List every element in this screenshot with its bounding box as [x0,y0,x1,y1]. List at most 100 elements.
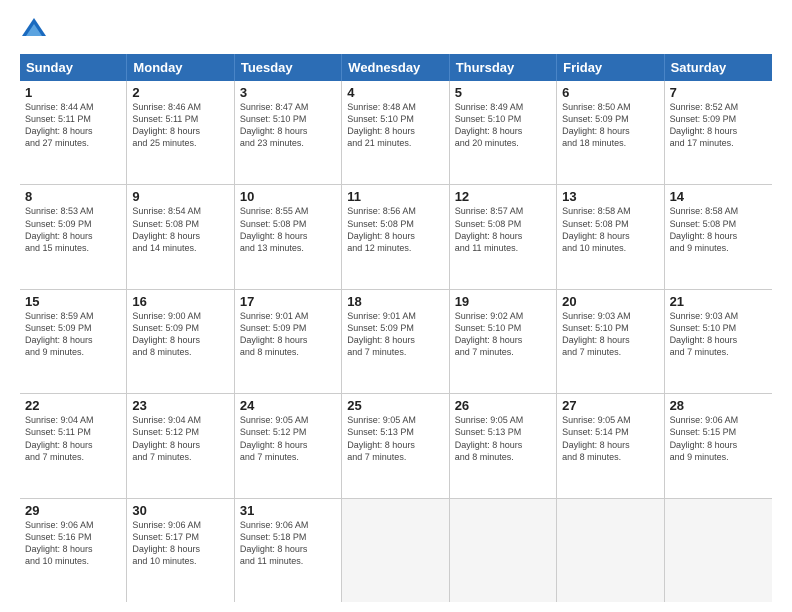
empty-cell [665,499,772,602]
day-info: Sunrise: 9:04 AM Sunset: 5:12 PM Dayligh… [132,414,228,463]
day-cell-1: 1Sunrise: 8:44 AM Sunset: 5:11 PM Daylig… [20,81,127,184]
day-number: 25 [347,398,443,413]
day-number: 21 [670,294,767,309]
day-info: Sunrise: 8:44 AM Sunset: 5:11 PM Dayligh… [25,101,121,150]
header-day-thursday: Thursday [450,54,557,81]
calendar-week-3: 15Sunrise: 8:59 AM Sunset: 5:09 PM Dayli… [20,290,772,394]
day-info: Sunrise: 8:46 AM Sunset: 5:11 PM Dayligh… [132,101,228,150]
day-info: Sunrise: 8:58 AM Sunset: 5:08 PM Dayligh… [670,205,767,254]
day-cell-18: 18Sunrise: 9:01 AM Sunset: 5:09 PM Dayli… [342,290,449,393]
day-cell-31: 31Sunrise: 9:06 AM Sunset: 5:18 PM Dayli… [235,499,342,602]
day-info: Sunrise: 8:58 AM Sunset: 5:08 PM Dayligh… [562,205,658,254]
day-cell-6: 6Sunrise: 8:50 AM Sunset: 5:09 PM Daylig… [557,81,664,184]
day-info: Sunrise: 8:52 AM Sunset: 5:09 PM Dayligh… [670,101,767,150]
day-number: 20 [562,294,658,309]
calendar-week-2: 8Sunrise: 8:53 AM Sunset: 5:09 PM Daylig… [20,185,772,289]
day-number: 29 [25,503,121,518]
day-number: 18 [347,294,443,309]
day-cell-3: 3Sunrise: 8:47 AM Sunset: 5:10 PM Daylig… [235,81,342,184]
day-number: 5 [455,85,551,100]
day-cell-4: 4Sunrise: 8:48 AM Sunset: 5:10 PM Daylig… [342,81,449,184]
day-number: 31 [240,503,336,518]
day-cell-19: 19Sunrise: 9:02 AM Sunset: 5:10 PM Dayli… [450,290,557,393]
day-info: Sunrise: 9:06 AM Sunset: 5:16 PM Dayligh… [25,519,121,568]
day-number: 13 [562,189,658,204]
day-info: Sunrise: 8:55 AM Sunset: 5:08 PM Dayligh… [240,205,336,254]
day-info: Sunrise: 8:48 AM Sunset: 5:10 PM Dayligh… [347,101,443,150]
day-number: 8 [25,189,121,204]
day-cell-10: 10Sunrise: 8:55 AM Sunset: 5:08 PM Dayli… [235,185,342,288]
day-number: 2 [132,85,228,100]
day-info: Sunrise: 8:57 AM Sunset: 5:08 PM Dayligh… [455,205,551,254]
day-number: 24 [240,398,336,413]
day-cell-28: 28Sunrise: 9:06 AM Sunset: 5:15 PM Dayli… [665,394,772,497]
empty-cell [557,499,664,602]
day-info: Sunrise: 9:00 AM Sunset: 5:09 PM Dayligh… [132,310,228,359]
calendar-week-1: 1Sunrise: 8:44 AM Sunset: 5:11 PM Daylig… [20,81,772,185]
day-info: Sunrise: 9:06 AM Sunset: 5:17 PM Dayligh… [132,519,228,568]
day-number: 30 [132,503,228,518]
day-info: Sunrise: 8:50 AM Sunset: 5:09 PM Dayligh… [562,101,658,150]
day-info: Sunrise: 8:59 AM Sunset: 5:09 PM Dayligh… [25,310,121,359]
day-info: Sunrise: 9:03 AM Sunset: 5:10 PM Dayligh… [562,310,658,359]
logo-icon [20,16,48,44]
day-number: 4 [347,85,443,100]
day-cell-5: 5Sunrise: 8:49 AM Sunset: 5:10 PM Daylig… [450,81,557,184]
day-number: 12 [455,189,551,204]
day-cell-25: 25Sunrise: 9:05 AM Sunset: 5:13 PM Dayli… [342,394,449,497]
day-cell-8: 8Sunrise: 8:53 AM Sunset: 5:09 PM Daylig… [20,185,127,288]
day-number: 28 [670,398,767,413]
day-number: 16 [132,294,228,309]
day-info: Sunrise: 8:47 AM Sunset: 5:10 PM Dayligh… [240,101,336,150]
day-info: Sunrise: 9:04 AM Sunset: 5:11 PM Dayligh… [25,414,121,463]
calendar-week-5: 29Sunrise: 9:06 AM Sunset: 5:16 PM Dayli… [20,499,772,602]
calendar-week-4: 22Sunrise: 9:04 AM Sunset: 5:11 PM Dayli… [20,394,772,498]
header-day-friday: Friday [557,54,664,81]
day-cell-13: 13Sunrise: 8:58 AM Sunset: 5:08 PM Dayli… [557,185,664,288]
day-number: 7 [670,85,767,100]
day-cell-24: 24Sunrise: 9:05 AM Sunset: 5:12 PM Dayli… [235,394,342,497]
day-number: 1 [25,85,121,100]
day-info: Sunrise: 9:01 AM Sunset: 5:09 PM Dayligh… [347,310,443,359]
day-info: Sunrise: 9:05 AM Sunset: 5:13 PM Dayligh… [347,414,443,463]
day-cell-22: 22Sunrise: 9:04 AM Sunset: 5:11 PM Dayli… [20,394,127,497]
day-cell-29: 29Sunrise: 9:06 AM Sunset: 5:16 PM Dayli… [20,499,127,602]
day-cell-9: 9Sunrise: 8:54 AM Sunset: 5:08 PM Daylig… [127,185,234,288]
empty-cell [342,499,449,602]
header-day-saturday: Saturday [665,54,772,81]
day-number: 9 [132,189,228,204]
day-cell-2: 2Sunrise: 8:46 AM Sunset: 5:11 PM Daylig… [127,81,234,184]
day-cell-12: 12Sunrise: 8:57 AM Sunset: 5:08 PM Dayli… [450,185,557,288]
day-info: Sunrise: 9:06 AM Sunset: 5:18 PM Dayligh… [240,519,336,568]
calendar: SundayMondayTuesdayWednesdayThursdayFrid… [20,54,772,602]
day-info: Sunrise: 8:54 AM Sunset: 5:08 PM Dayligh… [132,205,228,254]
day-info: Sunrise: 9:03 AM Sunset: 5:10 PM Dayligh… [670,310,767,359]
day-cell-7: 7Sunrise: 8:52 AM Sunset: 5:09 PM Daylig… [665,81,772,184]
day-number: 19 [455,294,551,309]
empty-cell [450,499,557,602]
day-cell-27: 27Sunrise: 9:05 AM Sunset: 5:14 PM Dayli… [557,394,664,497]
day-cell-26: 26Sunrise: 9:05 AM Sunset: 5:13 PM Dayli… [450,394,557,497]
day-cell-20: 20Sunrise: 9:03 AM Sunset: 5:10 PM Dayli… [557,290,664,393]
header-day-wednesday: Wednesday [342,54,449,81]
day-cell-15: 15Sunrise: 8:59 AM Sunset: 5:09 PM Dayli… [20,290,127,393]
day-info: Sunrise: 8:53 AM Sunset: 5:09 PM Dayligh… [25,205,121,254]
day-cell-11: 11Sunrise: 8:56 AM Sunset: 5:08 PM Dayli… [342,185,449,288]
day-number: 6 [562,85,658,100]
day-number: 15 [25,294,121,309]
day-info: Sunrise: 8:56 AM Sunset: 5:08 PM Dayligh… [347,205,443,254]
day-number: 11 [347,189,443,204]
calendar-body: 1Sunrise: 8:44 AM Sunset: 5:11 PM Daylig… [20,81,772,602]
day-number: 27 [562,398,658,413]
day-number: 23 [132,398,228,413]
day-cell-30: 30Sunrise: 9:06 AM Sunset: 5:17 PM Dayli… [127,499,234,602]
day-cell-16: 16Sunrise: 9:00 AM Sunset: 5:09 PM Dayli… [127,290,234,393]
day-cell-23: 23Sunrise: 9:04 AM Sunset: 5:12 PM Dayli… [127,394,234,497]
header-day-tuesday: Tuesday [235,54,342,81]
day-cell-21: 21Sunrise: 9:03 AM Sunset: 5:10 PM Dayli… [665,290,772,393]
day-info: Sunrise: 9:05 AM Sunset: 5:13 PM Dayligh… [455,414,551,463]
header-day-monday: Monday [127,54,234,81]
day-number: 17 [240,294,336,309]
day-info: Sunrise: 9:05 AM Sunset: 5:12 PM Dayligh… [240,414,336,463]
header [20,16,772,44]
